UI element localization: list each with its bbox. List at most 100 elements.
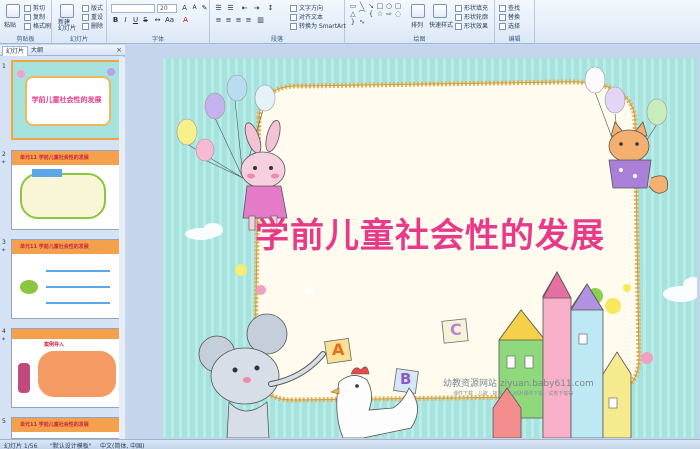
align-text-button[interactable]: 对齐文本 [290, 12, 323, 21]
cut-button[interactable]: 剪切 [24, 3, 45, 12]
rounded-rect-shape-icon[interactable]: ▢ [394, 3, 402, 10]
right-arrow-shape-icon[interactable]: ⇨ [385, 11, 393, 18]
animation-icon: ✦ [1, 247, 7, 254]
slide-thumbnail-3[interactable]: 单元11 学前儿童社会性的发展 [11, 239, 122, 319]
drawing-label: 绘图 [413, 36, 426, 43]
wave-shape-icon[interactable]: ∿ [358, 19, 366, 26]
paste-button[interactable]: 粘贴 [4, 20, 16, 29]
line-shape-icon[interactable]: ╲ [358, 3, 366, 10]
curve-shape-icon[interactable]: ⌒ [358, 11, 366, 18]
decrease-indent-icon[interactable]: ⇤ [240, 4, 249, 12]
arrange-button[interactable]: 排列 [411, 20, 423, 29]
format-painter-button[interactable]: 格式刷 [24, 21, 51, 30]
strikethrough-icon[interactable]: S [141, 16, 150, 24]
arrange-icon[interactable] [411, 4, 425, 18]
grow-font-icon[interactable]: A [180, 4, 189, 12]
callout-shape-icon[interactable]: ◌ [394, 11, 402, 18]
slide-number: 5 [2, 418, 6, 425]
star-shape-icon[interactable]: ☆ [376, 11, 384, 18]
slide-thumbnail-4[interactable]: 案例导入 [11, 328, 122, 408]
brace-shape-icon[interactable]: } [349, 19, 357, 26]
reset-button[interactable]: 重设 [82, 12, 103, 21]
font-name-box[interactable] [111, 4, 155, 13]
thumb-header-bar [12, 329, 121, 339]
watermark-subtext: 课件下载 · 儿歌 · 故事 · FLASH课件下载 · 试卷下载等 [453, 391, 574, 397]
smartart-button[interactable]: 转换为 SmartArt [290, 21, 346, 30]
justify-icon[interactable]: ≡ [244, 16, 253, 24]
increase-indent-icon[interactable]: ⇥ [252, 4, 261, 12]
oval-shape-icon[interactable]: ○ [385, 3, 393, 10]
align-left-icon[interactable]: ≡ [214, 16, 223, 24]
change-case-icon[interactable]: Aa [165, 16, 174, 24]
underline-icon[interactable]: U [131, 16, 140, 24]
watermark-text: 幼教资源网站 ziyuan.baby611.com [443, 379, 594, 389]
shape-outline-button[interactable]: 形状轮廓 [455, 12, 488, 21]
layout-button[interactable]: 版式 [82, 3, 103, 12]
new-slide-button[interactable]: 新建 幻灯片 [58, 20, 76, 32]
text-direction-button[interactable]: 文字方向 [290, 3, 323, 12]
slide-counter: 幻灯片 1/56 [4, 443, 38, 449]
tab-slides[interactable]: 幻灯片 [2, 46, 29, 56]
paragraph-group: ☰ ☰ ⇤ ⇥ ↕ ≡ ≡ ≡ ≡ ▥ 文字方向 对齐文本 转换为 SmartA… [210, 0, 346, 44]
thumb-title: 单元11 学前儿童社会性的发展 [20, 155, 89, 161]
triangle-shape-icon[interactable]: △ [349, 11, 357, 18]
cursor-icon [499, 23, 506, 30]
thumbnail-scrollbar[interactable] [119, 57, 125, 439]
bracket-shape-icon[interactable]: { [367, 11, 375, 18]
bullets-icon[interactable]: ☰ [214, 4, 223, 12]
thumb-cloud [20, 173, 106, 219]
animation-icon: ✦ [1, 159, 7, 166]
align-center-icon[interactable]: ≡ [224, 16, 233, 24]
editing-label: 编辑 [508, 36, 521, 43]
slide-editing-area: C A B 学前儿童社会性的发展 幼教资源网站 ziyuan.baby611.c… [126, 45, 700, 439]
ribbon: 粘贴 剪切 复制 格式刷 剪贴板 新建 幻灯片 版式 重设 删除 幻灯片 20 A… [0, 0, 700, 44]
char-spacing-icon[interactable]: ↔ [153, 16, 162, 24]
thumb-figure [18, 363, 30, 393]
arrow-shape-icon[interactable]: ↘ [367, 3, 375, 10]
shrink-font-icon[interactable]: A [190, 4, 199, 11]
letter-block-b: B [400, 370, 412, 388]
line-spacing-icon[interactable]: ↕ [266, 4, 275, 12]
thumb-circle [20, 280, 38, 294]
paste-icon[interactable] [6, 4, 20, 18]
slide-title[interactable]: 学前儿童社会性的发展 [163, 208, 697, 257]
columns-icon[interactable]: ▥ [256, 16, 265, 24]
find-button[interactable]: 查找 [499, 3, 520, 12]
letter-block-a: A [332, 340, 345, 359]
scissors-icon [24, 5, 31, 12]
numbering-icon[interactable]: ☰ [226, 4, 235, 12]
effects-icon [455, 23, 462, 30]
font-group: 20 A A ✎ B I U S ↔ Aa A 字体 [107, 0, 210, 44]
slide-number: 3 [2, 239, 6, 246]
font-size-box[interactable]: 20 [157, 4, 177, 13]
layout-icon [82, 5, 89, 12]
quick-styles-button[interactable]: 快速样式 [429, 20, 453, 29]
slide-thumbnail-2[interactable]: 单元11 学前儿童社会性的发展 [11, 150, 122, 230]
new-slide-icon[interactable] [60, 4, 74, 18]
delete-button[interactable]: 删除 [82, 21, 103, 30]
shape-effects-button[interactable]: 形状效果 [455, 21, 488, 30]
select-button[interactable]: 选择 [499, 21, 520, 30]
align-right-icon[interactable]: ≡ [234, 16, 243, 24]
smartart-icon [290, 23, 297, 30]
slide-thumbnail-1[interactable]: 学前儿童社会性的发展 [11, 60, 122, 140]
brush-icon [24, 23, 31, 30]
font-color-icon[interactable]: A [181, 16, 190, 24]
rect-shape-icon[interactable]: □ [376, 3, 384, 10]
thumb-line [46, 270, 110, 272]
bold-icon[interactable]: B [111, 16, 120, 24]
quick-styles-icon[interactable] [433, 4, 447, 18]
slide-canvas[interactable]: C A B 学前儿童社会性的发展 幼教资源网站 ziyuan.baby611.c… [163, 58, 697, 438]
clear-format-icon[interactable]: ✎ [200, 4, 209, 12]
shape-fill-button[interactable]: 形状填充 [455, 3, 488, 12]
tab-outline[interactable]: 大纲 [28, 46, 46, 56]
slide-thumbnail-5[interactable]: 单元11 学前儿童社会性的发展 [11, 417, 122, 439]
status-bar: 幻灯片 1/56 "默认设计模板" 中文(简体, 中国) [0, 439, 700, 449]
replace-button[interactable]: 替换 [499, 12, 520, 21]
textbox-shape-icon[interactable]: ▭ [349, 3, 357, 10]
close-icon[interactable]: × [116, 46, 122, 54]
thumb-title: 单元11 学前儿童社会性的发展 [20, 244, 89, 250]
font-label: 字体 [151, 36, 164, 43]
copy-button[interactable]: 复制 [24, 12, 45, 21]
italic-icon[interactable]: I [121, 16, 130, 24]
